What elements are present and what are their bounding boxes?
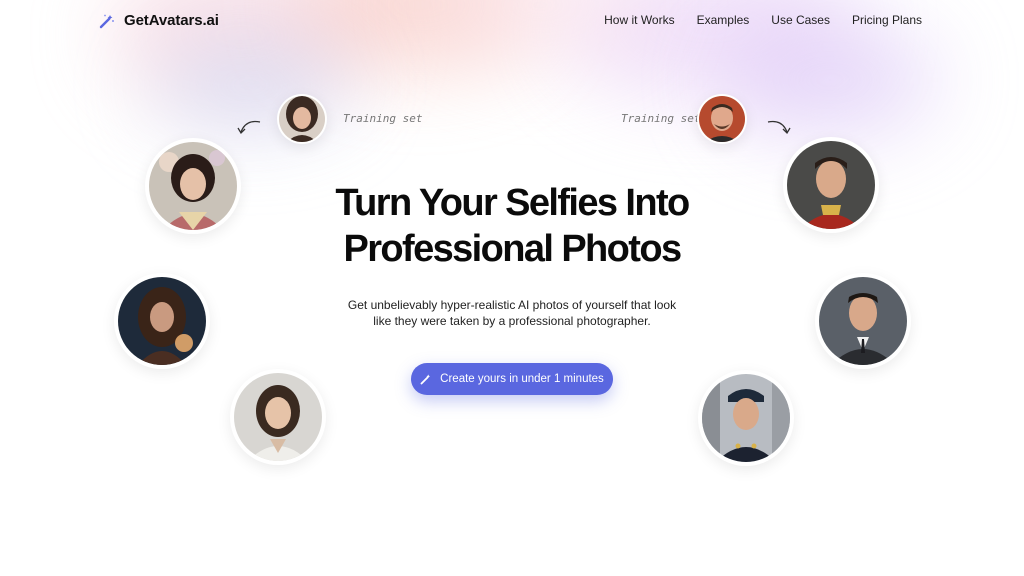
nav-use-cases[interactable]: Use Cases	[771, 13, 830, 27]
main-nav: How it Works Examples Use Cases Pricing …	[604, 13, 922, 27]
nav-pricing-plans[interactable]: Pricing Plans	[852, 13, 922, 27]
site-header: GetAvatars.ai How it Works Examples Use …	[0, 0, 1024, 40]
nav-how-it-works[interactable]: How it Works	[604, 13, 674, 27]
brand-name: GetAvatars.ai	[124, 12, 219, 29]
curved-arrow-icon	[237, 120, 261, 135]
hero-title: Turn Your Selfies Into Professional Phot…	[0, 180, 1024, 272]
nav-examples[interactable]: Examples	[697, 13, 750, 27]
cta-label: Create yours in under 1 minutes	[440, 373, 604, 385]
hero-title-line-1: Turn Your Selfies Into	[335, 182, 690, 224]
curved-arrow-icon	[767, 120, 791, 135]
avatar-training-woman	[277, 94, 327, 144]
hero-subtitle: Get unbelievably hyper-realistic AI phot…	[0, 297, 1024, 329]
create-avatar-button[interactable]: Create yours in under 1 minutes	[411, 363, 613, 395]
magic-wand-icon	[420, 373, 432, 385]
hero-subtitle-line-1: Get unbelievably hyper-realistic AI phot…	[347, 298, 677, 312]
logo[interactable]: GetAvatars.ai	[99, 12, 219, 29]
training-set-label-right: Training set	[621, 112, 701, 125]
avatar-example-business-woman	[230, 369, 326, 465]
hero-title-line-2: Professional Photos	[343, 228, 682, 270]
magic-wand-icon	[99, 13, 115, 29]
training-set-label-left: Training set	[343, 112, 423, 125]
avatar-training-man	[697, 94, 747, 144]
hero-subtitle-line-2: like they were taken by a professional p…	[373, 314, 651, 328]
avatar-example-military-man	[698, 370, 794, 466]
